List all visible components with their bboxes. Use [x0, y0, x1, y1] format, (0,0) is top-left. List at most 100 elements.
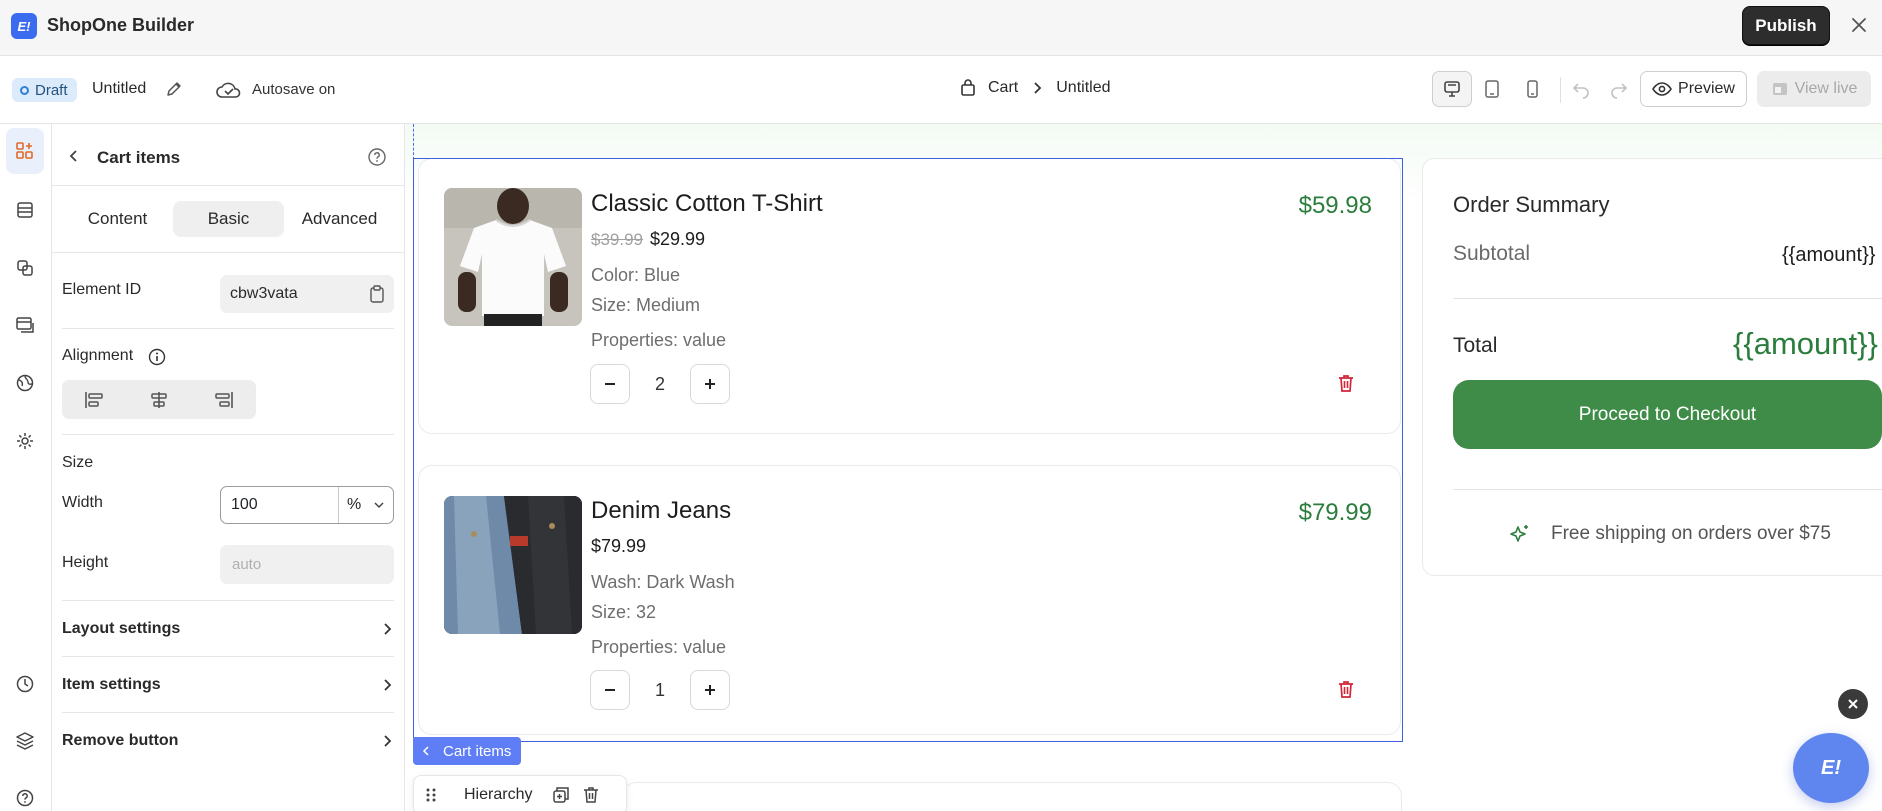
- subtotal-label: Subtotal: [1453, 242, 1531, 265]
- alignment-group: [62, 380, 256, 419]
- preview-label: Preview: [1678, 80, 1735, 97]
- close-icon[interactable]: [1848, 14, 1870, 36]
- app-window: E! ShopOne Builder Publish Draft Untitle…: [0, 0, 1882, 811]
- view-live-label: View live: [1794, 80, 1858, 97]
- desktop-view-icon[interactable]: [1432, 71, 1472, 107]
- align-right-icon[interactable]: [191, 380, 256, 419]
- drag-handle-icon[interactable]: [424, 787, 438, 803]
- width-input[interactable]: 100 %: [220, 486, 394, 524]
- view-live-button[interactable]: View live: [1757, 71, 1871, 107]
- tab-basic[interactable]: Basic: [173, 201, 284, 237]
- toolbar-divider: [1560, 77, 1561, 103]
- total-value: {{amount}}: [1733, 326, 1878, 361]
- history-icon[interactable]: [6, 661, 44, 707]
- cart-item-card[interactable]: [622, 782, 1402, 811]
- clipboard-icon[interactable]: [369, 285, 385, 303]
- pages-icon[interactable]: [6, 302, 44, 348]
- autosave-label: Autosave on: [252, 81, 336, 98]
- width-unit-value: %: [347, 496, 362, 513]
- settings-gear-icon[interactable]: [6, 418, 44, 464]
- element-id-field[interactable]: cbw3vata: [220, 275, 394, 313]
- chevron-left-icon: [421, 746, 431, 756]
- total-label: Total: [1453, 334, 1498, 357]
- order-summary-title: Order Summary: [1453, 192, 1610, 217]
- close-icon: [1848, 699, 1858, 709]
- mobile-view-icon[interactable]: [1512, 71, 1552, 107]
- tablet-view-icon[interactable]: [1472, 71, 1512, 107]
- selected-element-label: Cart items: [443, 742, 512, 760]
- help-circle-icon[interactable]: [6, 775, 44, 811]
- app-logo: E!: [11, 13, 37, 39]
- document-title: Untitled: [92, 80, 147, 97]
- app-name: ShopOne Builder: [47, 15, 195, 35]
- free-shipping-text: Free shipping on orders over $75: [1551, 523, 1831, 544]
- order-summary-card: [1422, 158, 1882, 576]
- chevron-right-icon: [380, 734, 394, 748]
- breadcrumb-root[interactable]: Cart: [988, 79, 1018, 97]
- tab-content[interactable]: Content: [62, 201, 173, 237]
- preview-button[interactable]: Preview: [1640, 71, 1747, 107]
- title-bar: [0, 0, 1882, 56]
- sparkle-icon: [1509, 523, 1531, 545]
- item-settings-section[interactable]: Item settings: [62, 657, 394, 712]
- publish-button[interactable]: Publish: [1742, 6, 1830, 45]
- align-left-icon[interactable]: [62, 380, 127, 419]
- subtotal-value: {{amount}}: [1782, 244, 1876, 266]
- panel-title: Cart items: [97, 148, 181, 167]
- width-unit-select[interactable]: %: [339, 487, 393, 523]
- redo-icon[interactable]: [1608, 78, 1630, 100]
- checkout-button[interactable]: Proceed to Checkout: [1453, 380, 1882, 449]
- left-rail: [0, 124, 52, 811]
- divider: [62, 434, 394, 435]
- undo-icon[interactable]: [1570, 78, 1592, 100]
- info-icon[interactable]: [148, 348, 166, 366]
- elements-icon[interactable]: [6, 128, 44, 174]
- height-label: Height: [62, 554, 109, 571]
- tab-advanced[interactable]: Advanced: [284, 201, 395, 237]
- delete-icon[interactable]: [582, 786, 600, 804]
- chat-close-button[interactable]: [1838, 689, 1868, 719]
- element-id-label: Element ID: [62, 281, 142, 298]
- alignment-label: Alignment: [62, 347, 134, 364]
- layers-icon[interactable]: [6, 717, 44, 763]
- guide-line: [413, 124, 414, 160]
- templates-icon[interactable]: [6, 245, 44, 291]
- divider: [1453, 489, 1882, 490]
- chevron-right-icon: [380, 622, 394, 636]
- draft-dot-icon: [20, 85, 29, 95]
- section-label: Layout settings: [62, 619, 181, 637]
- width-value[interactable]: 100: [221, 487, 339, 523]
- divider: [62, 328, 394, 329]
- layout-settings-section[interactable]: Layout settings: [62, 601, 394, 656]
- panel-tabs: Content Basic Advanced: [62, 201, 395, 237]
- selected-element-outline: [413, 158, 1403, 742]
- sections-icon[interactable]: [6, 187, 44, 233]
- cloud-check-icon: [215, 79, 243, 101]
- section-label: Item settings: [62, 675, 161, 693]
- status-badge-label: Draft: [35, 81, 68, 99]
- remove-button-section[interactable]: Remove button: [62, 713, 394, 768]
- help-icon[interactable]: [367, 147, 387, 167]
- duplicate-icon[interactable]: [552, 786, 570, 804]
- selected-element-tag[interactable]: Cart items: [413, 737, 522, 765]
- back-arrow-icon[interactable]: [67, 149, 81, 163]
- width-label: Width: [62, 494, 103, 511]
- chevron-right-icon: [1030, 81, 1044, 95]
- tabs-divider: [52, 252, 405, 253]
- breadcrumb: Cart Untitled: [960, 79, 1110, 97]
- eye-icon: [1652, 81, 1672, 97]
- edit-title-icon[interactable]: [165, 80, 183, 98]
- align-center-icon[interactable]: [127, 380, 192, 419]
- height-input[interactable]: auto: [220, 545, 394, 584]
- chevron-right-icon: [380, 678, 394, 692]
- globe-icon[interactable]: [6, 360, 44, 406]
- external-page-icon: [1771, 81, 1789, 97]
- section-label: Remove button: [62, 731, 179, 749]
- hierarchy-button[interactable]: Hierarchy: [464, 786, 532, 804]
- divider: [1453, 298, 1882, 299]
- bag-icon: [960, 79, 976, 97]
- size-label: Size: [62, 454, 94, 471]
- chat-launcher-button[interactable]: E!: [1793, 733, 1869, 803]
- element-actions-bar: Hierarchy: [413, 775, 627, 811]
- breadcrumb-current: Untitled: [1056, 79, 1111, 96]
